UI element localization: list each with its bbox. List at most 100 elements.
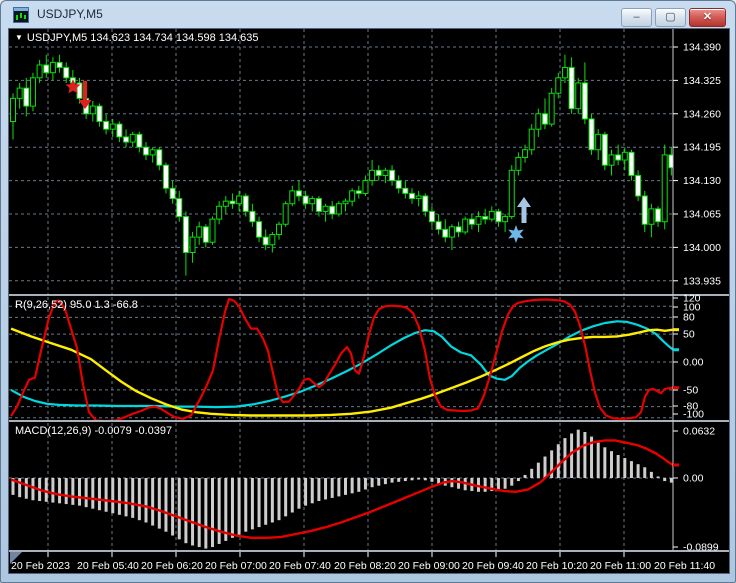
macd-histogram-bar <box>543 456 547 478</box>
candle <box>535 113 542 130</box>
wpr-fast-axis-marker <box>673 386 679 390</box>
axis-label: 0.00 <box>683 473 704 485</box>
macd-histogram-bar <box>576 429 580 478</box>
candle <box>302 195 309 205</box>
ohlc-header-text: USDJPY,M5 134.623 134.734 134.598 134.63… <box>26 32 259 44</box>
candle <box>176 198 183 218</box>
macd-histogram-bar <box>636 464 640 478</box>
oscillator-header: R(9,26,52) 95.0 1.3 -66.8 <box>15 299 138 311</box>
macd-histogram-bar <box>663 478 667 482</box>
candle <box>256 221 263 238</box>
macd-histogram-bar <box>357 478 361 492</box>
macd-histogram-bar <box>623 458 627 478</box>
candle <box>249 210 256 223</box>
macd-histogram-bar <box>257 478 261 528</box>
minimize-button[interactable]: – <box>621 8 652 27</box>
macd-histogram-bar <box>304 478 308 506</box>
candle <box>10 97 16 123</box>
candle <box>389 169 396 182</box>
main-chart-header: ▼ USDJPY,M5 134.623 134.734 134.598 134.6… <box>15 32 259 44</box>
macd-histogram-bar <box>370 478 374 488</box>
candle <box>329 205 336 215</box>
macd-histogram-bar <box>111 478 115 514</box>
macd-histogram-bar <box>310 478 314 504</box>
macd-histogram-bar <box>430 478 434 482</box>
candle <box>16 87 23 99</box>
macd-histogram-bar <box>91 478 95 509</box>
candle <box>588 118 595 151</box>
candle <box>289 190 296 205</box>
candle <box>169 187 176 200</box>
macd-histogram-bar <box>177 478 181 540</box>
candle <box>222 200 229 207</box>
candle <box>522 149 529 158</box>
candle <box>162 164 169 189</box>
candle <box>655 208 662 223</box>
macd-histogram-bar <box>211 478 214 548</box>
maximize-button[interactable]: ▢ <box>655 8 686 27</box>
axis-label: -50 <box>683 385 698 397</box>
candle <box>342 200 349 205</box>
candle <box>276 223 282 236</box>
time-label: 20 Feb 07:40 <box>269 560 331 572</box>
macd-histogram-bar <box>270 478 274 523</box>
macd-histogram-bar <box>530 468 534 478</box>
macd-histogram-bar <box>410 478 414 481</box>
macd-histogram-bar <box>78 478 81 506</box>
chart-window: USDJPY,M5 – ▢ ✕ 134.390 134.325 134.260 134… <box>0 0 736 583</box>
candle <box>542 113 548 125</box>
candle <box>435 221 442 230</box>
candle <box>595 133 602 151</box>
macd-histogram-bar <box>510 478 514 486</box>
macd-histogram-bar <box>403 478 407 482</box>
macd-histogram-bar <box>523 474 527 478</box>
candle <box>269 234 276 246</box>
macd-histogram-bar <box>629 461 633 478</box>
macd-histogram-bar <box>151 478 155 526</box>
candle <box>43 64 50 74</box>
axis-label: 134.390 <box>683 42 721 54</box>
macd-histogram-bar <box>197 478 201 548</box>
macd-histogram-bar <box>290 478 294 513</box>
macd-histogram-bar <box>556 444 560 478</box>
wpr-mid-axis-marker <box>673 348 679 352</box>
candle <box>123 136 130 143</box>
candle <box>615 154 622 161</box>
macd-histogram-bar <box>649 471 653 478</box>
macd-histogram-bar <box>58 478 62 504</box>
macd-histogram-bar <box>44 478 48 502</box>
candle <box>442 228 449 238</box>
candle <box>628 151 635 176</box>
macd-histogram-bar <box>603 447 607 478</box>
macd-histogram-bar <box>570 433 574 478</box>
axis-label: 134.195 <box>683 142 721 154</box>
candle <box>422 195 429 212</box>
candle <box>216 205 223 220</box>
candle <box>29 77 36 107</box>
candle <box>103 121 110 130</box>
time-label: 20 Feb 10:20 <box>526 560 588 572</box>
candle <box>149 149 156 156</box>
candle <box>369 169 376 182</box>
candle <box>375 169 382 176</box>
candle <box>428 210 435 223</box>
macd-histogram-bar <box>297 478 301 509</box>
candle <box>63 67 70 79</box>
candle <box>581 82 588 120</box>
macd-histogram-bar <box>583 431 587 478</box>
candle <box>355 190 362 194</box>
axis-label: 134.130 <box>683 175 721 187</box>
title-bar[interactable]: USDJPY,M5 – ▢ ✕ <box>1 1 735 29</box>
macd-histogram-bar <box>71 478 75 505</box>
candle <box>502 216 509 223</box>
candle <box>229 200 236 205</box>
candle <box>601 133 608 166</box>
macd-histogram-bar <box>157 478 161 529</box>
close-button[interactable]: ✕ <box>689 8 726 27</box>
candle <box>282 203 289 225</box>
axis-label: -0.0899 <box>683 542 719 554</box>
ohlc-dropdown-icon[interactable]: ▼ <box>15 33 23 42</box>
macd-histogram-bar <box>317 478 321 502</box>
candle <box>182 216 189 254</box>
macd-histogram-bar <box>390 478 394 483</box>
